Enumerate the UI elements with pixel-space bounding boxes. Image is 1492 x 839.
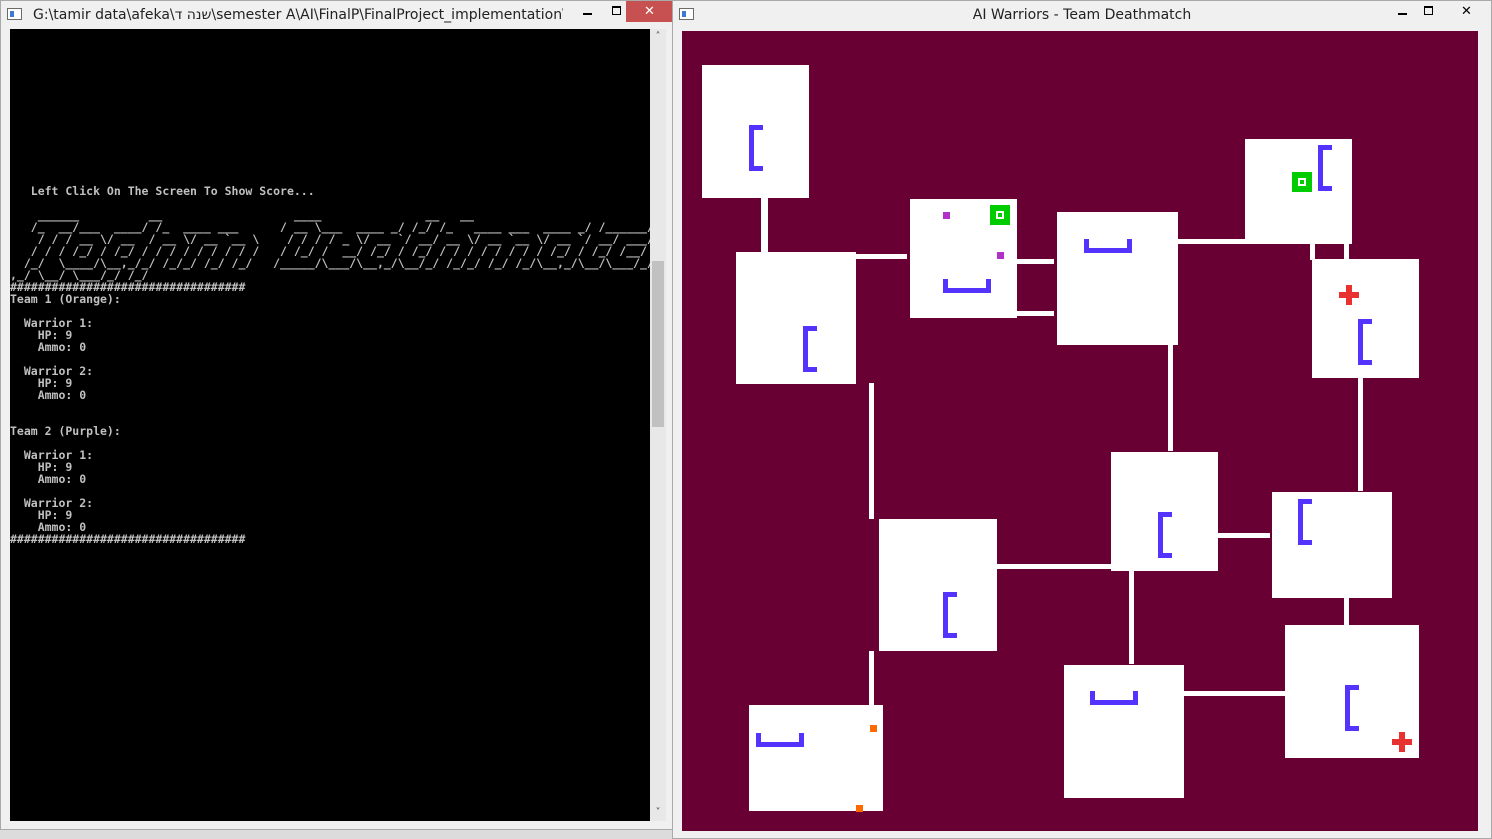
close-button[interactable]: ✕: [626, 1, 673, 22]
console-titlebar[interactable]: G:\tamir data\afeka\שנה ד\semester A\AI\…: [1, 1, 673, 29]
ammo-bracket-icon: [1318, 145, 1332, 191]
game-map[interactable]: [682, 31, 1478, 831]
game-title: AI Warriors - Team Deathmatch: [972, 7, 1192, 23]
maximize-button[interactable]: [1414, 1, 1443, 22]
health-cross-icon: [1392, 732, 1412, 752]
team1-warrior: [856, 805, 863, 812]
team2-warrior: [943, 212, 950, 219]
console-output: Left Click On The Screen To Show Score..…: [10, 29, 650, 821]
minimize-button[interactable]: [573, 1, 602, 22]
scroll-up-arrow-icon[interactable]: ˄: [650, 29, 666, 45]
game-window: AI Warriors - Team Deathmatch ✕: [672, 0, 1492, 839]
console-app-icon: [7, 8, 22, 20]
ammo-bracket-icon: [1345, 685, 1359, 731]
console-scrollbar[interactable]: ˄ ˅: [650, 29, 666, 821]
room: [1057, 212, 1178, 345]
ammo-bracket-icon: [1358, 319, 1372, 365]
minimize-button[interactable]: [1388, 1, 1417, 22]
ammo-bracket-icon: [1298, 499, 1312, 545]
green-marker: [990, 205, 1010, 225]
scroll-thumb[interactable]: [652, 261, 664, 427]
corridor: [1358, 378, 1363, 491]
console-window: G:\tamir data\afeka\שנה ד\semester A\AI\…: [0, 0, 674, 830]
ammo-bracket-icon: [749, 125, 763, 171]
corridor: [1216, 533, 1270, 538]
ammo-bracket-icon: [1158, 512, 1172, 558]
ammo-bracket-icon: [803, 326, 817, 372]
close-button[interactable]: ✕: [1443, 1, 1490, 22]
console-text: Left Click On The Screen To Show Score..…: [10, 184, 650, 546]
team2-warrior: [997, 252, 1004, 259]
ammo-bracket-icon: [1084, 239, 1132, 253]
corridor: [847, 254, 907, 259]
room: [736, 252, 856, 384]
corridor: [1129, 571, 1134, 664]
corridor: [987, 564, 1111, 569]
scroll-down-arrow-icon[interactable]: ˅: [650, 805, 666, 821]
corridor: [1310, 244, 1315, 260]
corridor: [1344, 244, 1349, 260]
corridor: [1168, 343, 1173, 451]
game-titlebar[interactable]: AI Warriors - Team Deathmatch ✕: [673, 1, 1491, 29]
ammo-bracket-icon: [1090, 691, 1138, 705]
room: [879, 519, 997, 651]
corridor: [869, 651, 874, 705]
ammo-bracket-icon: [756, 733, 804, 747]
team1-warrior: [870, 725, 877, 732]
corridor: [869, 383, 874, 519]
corridor: [1182, 691, 1285, 696]
room: [749, 705, 883, 811]
green-marker: [1292, 172, 1312, 192]
console-title: G:\tamir data\afeka\שנה ד\semester A\AI\…: [33, 7, 563, 23]
room: [1064, 665, 1184, 798]
ammo-bracket-icon: [943, 592, 957, 638]
ammo-bracket-icon: [943, 279, 991, 293]
corridor: [1344, 598, 1349, 625]
corridor: [1172, 239, 1252, 244]
room: [1272, 492, 1392, 598]
health-cross-icon: [1339, 285, 1359, 305]
corridor: [761, 198, 768, 254]
